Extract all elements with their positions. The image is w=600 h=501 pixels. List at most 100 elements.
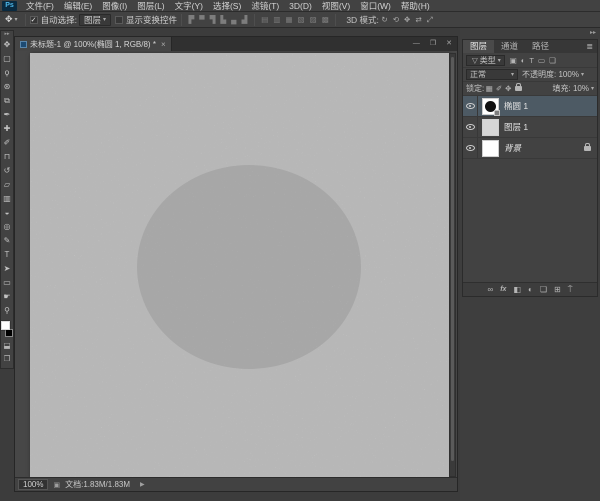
align-top-icon[interactable]: ▙ xyxy=(218,15,229,24)
vertical-scrollbar[interactable] xyxy=(449,53,456,477)
filter-pixel-icon[interactable]: ▣ xyxy=(508,56,519,65)
eraser-tool[interactable]: ▱ xyxy=(1,178,14,192)
new-group-icon[interactable]: ❏ xyxy=(540,283,547,297)
menu-view[interactable]: 视图(V) xyxy=(317,0,355,12)
restore-icon[interactable]: ❐ xyxy=(425,37,441,51)
align-bottom-icon[interactable]: ▟ xyxy=(239,15,250,24)
blur-tool[interactable]: ◒ xyxy=(1,206,14,220)
3d-drag-icon[interactable]: ✥ xyxy=(402,15,413,24)
3d-rotate-icon[interactable]: ↻ xyxy=(379,15,390,24)
opacity-value[interactable]: 100% xyxy=(558,70,578,79)
zoom-level-field[interactable]: 100% xyxy=(18,479,48,490)
path-selection-tool[interactable]: ➤ xyxy=(1,262,14,276)
new-layer-icon[interactable]: ⊞ xyxy=(554,283,561,297)
hand-tool[interactable]: ☛ xyxy=(1,290,14,304)
type-tool[interactable]: T xyxy=(1,248,14,262)
adjustment-layer-icon[interactable]: ◐ xyxy=(528,283,533,297)
pen-tool[interactable]: ✎ xyxy=(1,234,14,248)
filter-adjustment-icon[interactable]: ◐ xyxy=(519,56,528,65)
toolbar-collapse-icon[interactable]: ▸▸ xyxy=(4,31,9,38)
history-brush-tool[interactable]: ↺ xyxy=(1,164,14,178)
scrollbar-thumb[interactable] xyxy=(451,57,454,461)
layer-thumbnail[interactable] xyxy=(482,119,499,136)
dodge-tool[interactable]: ◎ xyxy=(1,220,14,234)
3d-slide-icon[interactable]: ⇄ xyxy=(413,15,424,24)
tab-layers[interactable]: 图层 xyxy=(463,40,494,53)
menu-layer[interactable]: 图层(L) xyxy=(132,0,169,12)
status-menu-arrow-icon[interactable]: ▶ xyxy=(140,481,145,488)
layer-name[interactable]: 图层 1 xyxy=(504,121,528,133)
canvas[interactable] xyxy=(30,53,450,477)
healing-brush-tool[interactable]: ✚ xyxy=(1,122,14,136)
status-icon[interactable]: ▣ xyxy=(53,481,60,489)
distribute-bottom-icon[interactable]: ▦ xyxy=(283,15,295,24)
delete-layer-icon[interactable]: ⍑ xyxy=(568,283,573,297)
tab-channels[interactable]: 通道 xyxy=(494,40,525,53)
clone-stamp-tool[interactable]: ⊓ xyxy=(1,150,14,164)
lock-transparent-icon[interactable]: ▦ xyxy=(484,84,494,93)
filter-shape-icon[interactable]: ▭ xyxy=(536,56,547,65)
menu-3d[interactable]: 3D(D) xyxy=(284,0,317,12)
show-transform-checkbox[interactable]: · xyxy=(115,16,123,24)
crop-tool[interactable]: ⧉ xyxy=(1,94,14,108)
layer-name[interactable]: 背景 xyxy=(504,142,521,154)
menu-type[interactable]: 文字(Y) xyxy=(170,0,208,12)
fill-value[interactable]: 10% xyxy=(573,84,589,93)
align-right-icon[interactable]: ▜ xyxy=(207,15,218,24)
lock-all-icon[interactable] xyxy=(515,86,522,91)
blend-mode-dropdown[interactable]: 正常 ▾ xyxy=(466,69,518,80)
gradient-tool[interactable]: ▥ xyxy=(1,192,14,206)
layer-row-ellipse-1[interactable]: 椭圆 1 xyxy=(463,96,597,117)
eyedropper-tool[interactable]: ✒ xyxy=(1,108,14,122)
shape-tool[interactable]: ▭ xyxy=(1,276,14,290)
menu-help[interactable]: 帮助(H) xyxy=(396,0,435,12)
filter-type-text-icon[interactable]: T xyxy=(527,56,536,65)
align-middle-icon[interactable]: ▄ xyxy=(229,15,239,24)
close-icon[interactable]: × xyxy=(161,40,166,49)
menu-select[interactable]: 选择(S) xyxy=(208,0,246,12)
layer-thumbnail[interactable] xyxy=(482,98,499,115)
3d-scale-icon[interactable]: ⤢ xyxy=(424,15,435,25)
move-tool[interactable]: ✥ xyxy=(1,38,14,52)
distribute-center-icon[interactable]: ▨ xyxy=(307,15,319,24)
layer-thumbnail[interactable] xyxy=(482,140,499,157)
filter-type-dropdown[interactable]: ▽ 类型 ▾ xyxy=(466,55,505,66)
distribute-right-icon[interactable]: ▩ xyxy=(319,15,331,24)
visibility-cell[interactable] xyxy=(463,138,478,158)
lasso-tool[interactable]: ϙ xyxy=(1,66,14,80)
filter-smart-object-icon[interactable]: ❏ xyxy=(547,56,558,65)
minimize-icon[interactable]: — xyxy=(408,37,425,51)
distribute-left-icon[interactable]: ▧ xyxy=(295,15,307,24)
layer-row-background[interactable]: 背景 xyxy=(463,138,597,159)
menu-filter[interactable]: 滤镜(T) xyxy=(246,0,284,12)
align-center-icon[interactable]: ▀ xyxy=(197,15,207,24)
distribute-top-icon[interactable]: ▤ xyxy=(259,15,271,24)
lock-pixels-icon[interactable]: ✐ xyxy=(494,84,503,93)
visibility-cell[interactable] xyxy=(463,117,478,137)
distribute-middle-icon[interactable]: ▥ xyxy=(271,15,283,24)
visibility-cell[interactable] xyxy=(463,96,478,116)
quick-mask-icon[interactable]: ⬓ xyxy=(1,339,14,352)
quick-selection-tool[interactable]: ⊛ xyxy=(1,80,14,94)
layer-name[interactable]: 椭圆 1 xyxy=(504,100,528,112)
tab-paths[interactable]: 路径 xyxy=(525,40,556,53)
brush-tool[interactable]: ✐ xyxy=(1,136,14,150)
move-tool-preset[interactable]: ✥ ▾ xyxy=(0,14,21,25)
foreground-color-swatch[interactable] xyxy=(1,321,10,330)
3d-roll-icon[interactable]: ⟲ xyxy=(390,15,401,24)
menu-window[interactable]: 窗口(W) xyxy=(355,0,396,12)
menu-edit[interactable]: 编辑(E) xyxy=(59,0,97,12)
background-color-swatch[interactable] xyxy=(5,329,13,337)
add-mask-icon[interactable]: ◧ xyxy=(513,283,521,297)
lock-position-icon[interactable]: ✥ xyxy=(504,84,513,93)
dock-collapse-icon[interactable]: ▸▸ xyxy=(590,29,596,36)
document-tab[interactable]: 未标题-1 @ 100%(椭圆 1, RGB/8) * × xyxy=(15,37,172,51)
zoom-tool[interactable]: ⚲ xyxy=(1,304,14,318)
screen-mode-icon[interactable]: ❐ xyxy=(1,352,14,365)
auto-select-dropdown[interactable]: 图层 ▾ xyxy=(79,14,111,26)
menu-file[interactable]: 文件(F) xyxy=(21,0,59,12)
align-left-icon[interactable]: ▛ xyxy=(186,15,197,24)
layer-style-icon[interactable]: fx xyxy=(500,283,506,297)
close-window-icon[interactable]: ✕ xyxy=(441,37,457,51)
menu-image[interactable]: 图像(I) xyxy=(97,0,132,12)
